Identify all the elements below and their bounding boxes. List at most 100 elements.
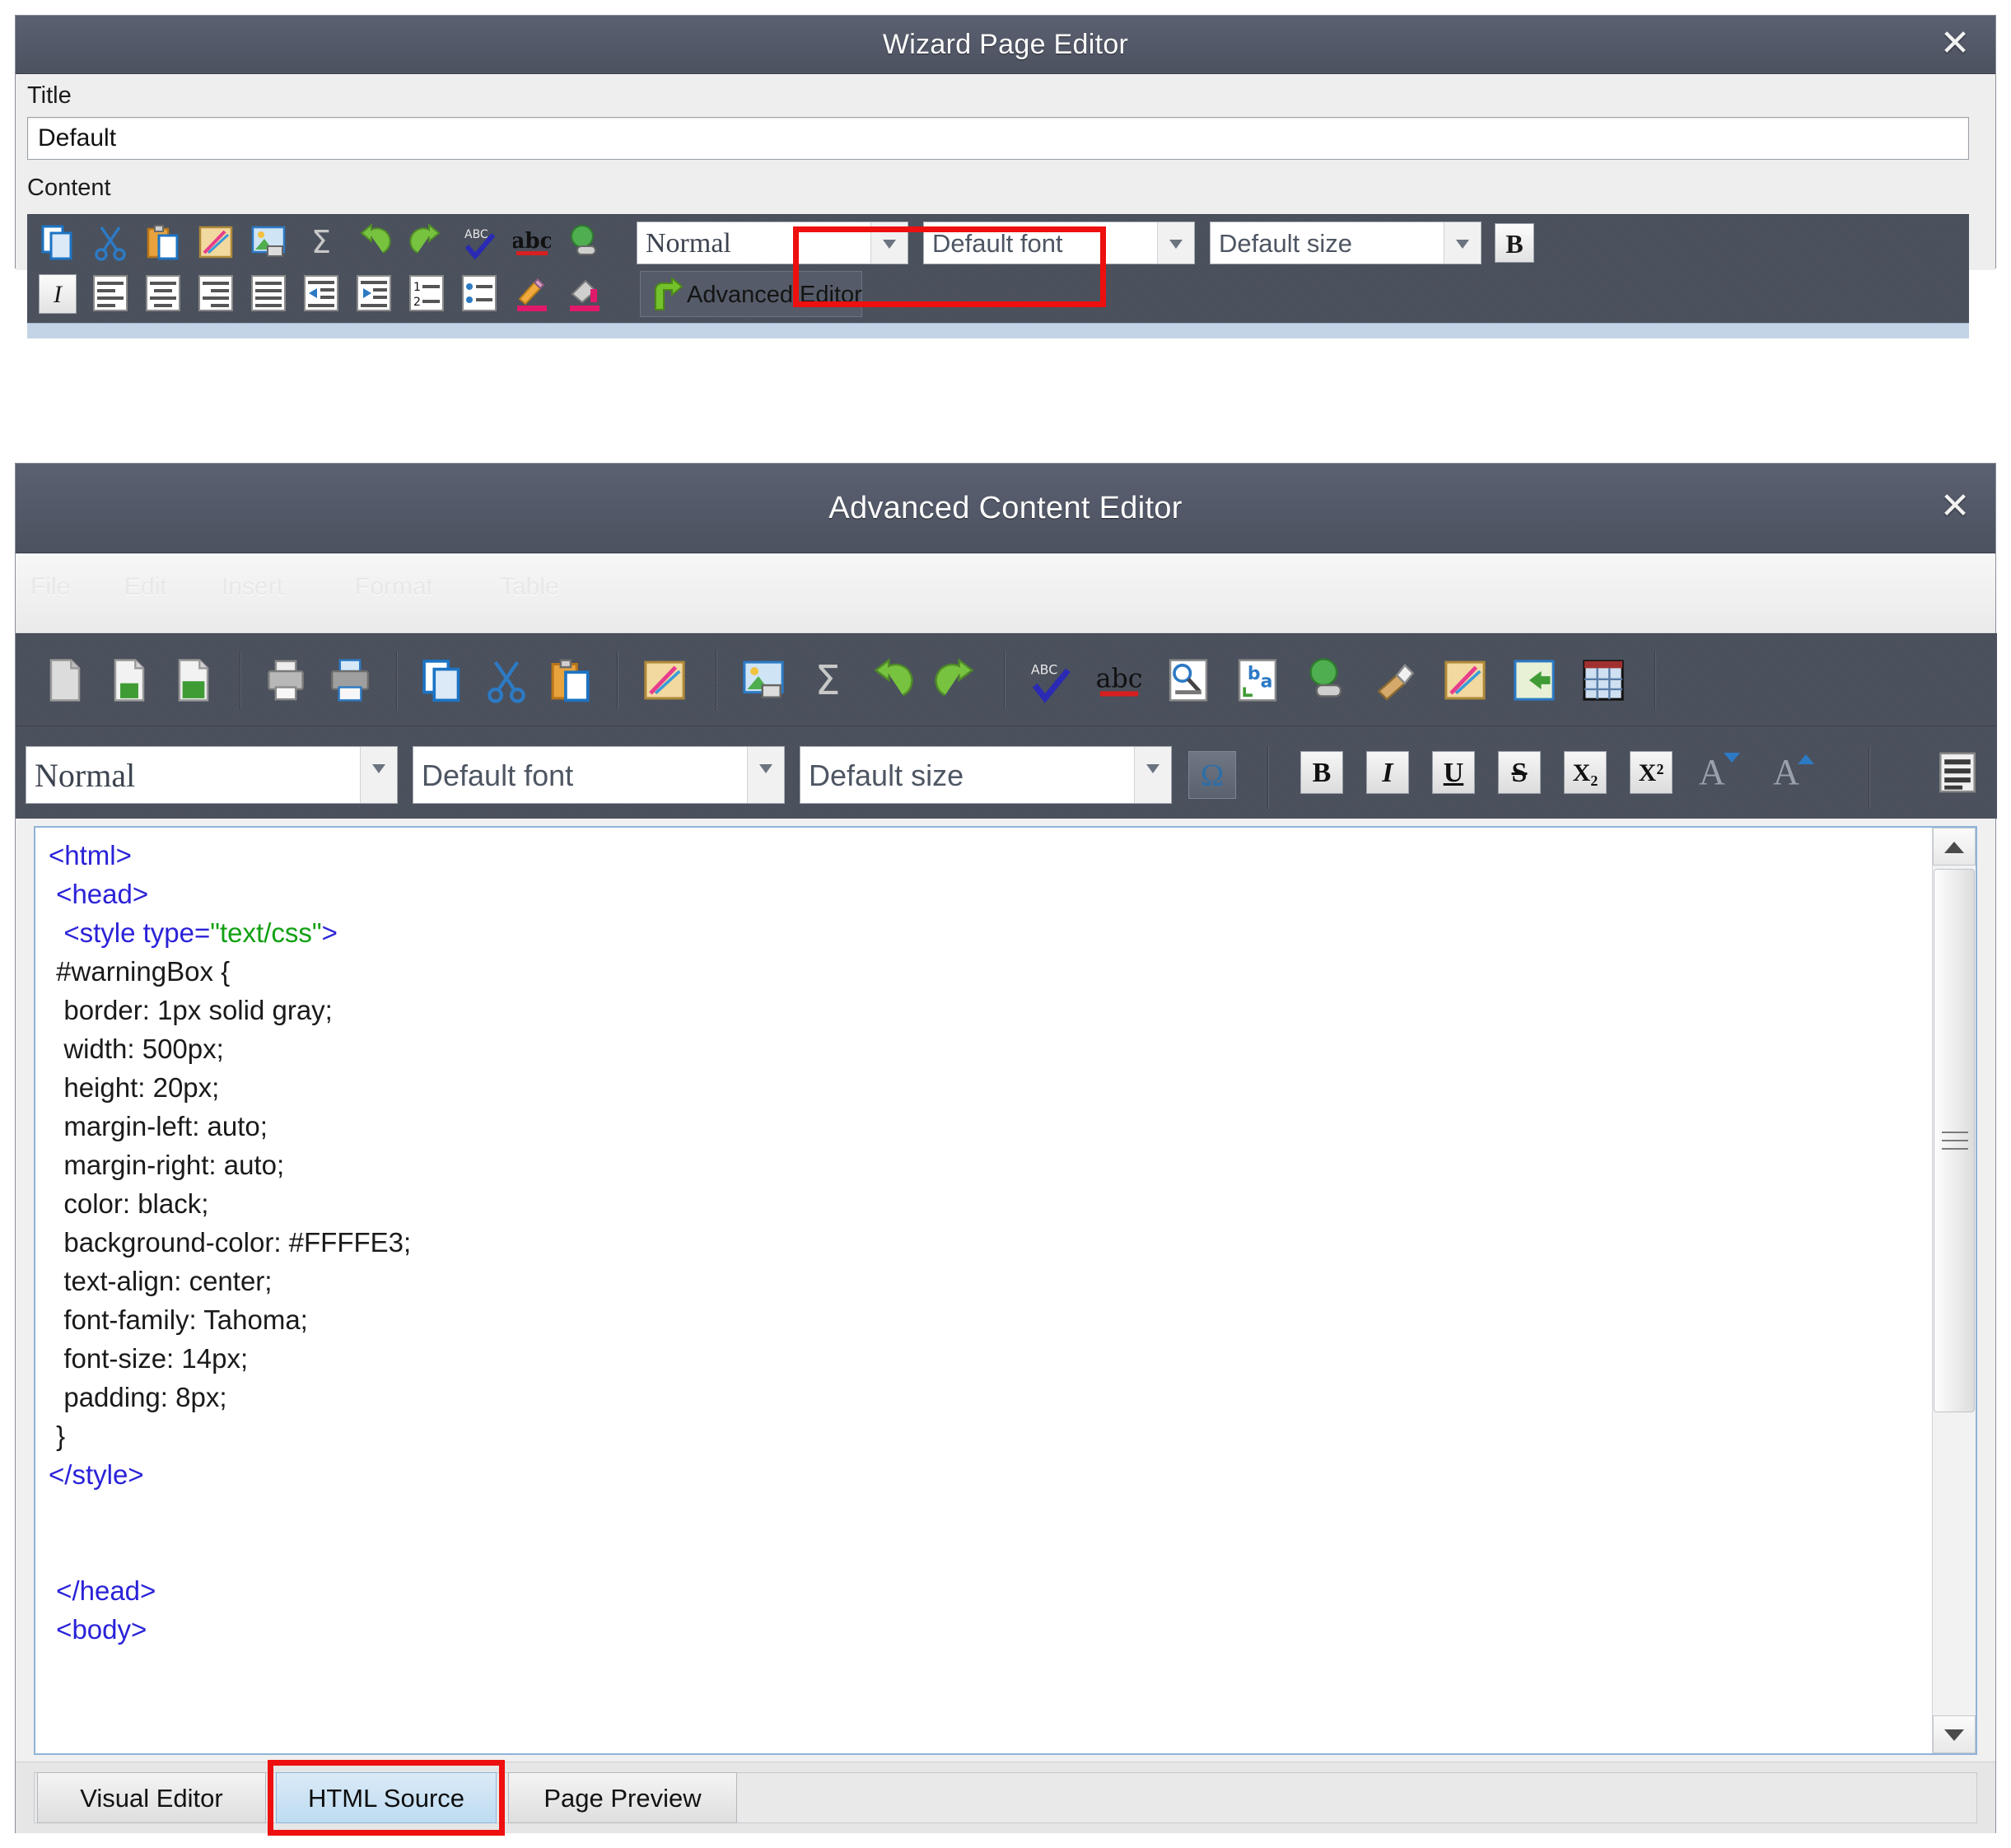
copy-icon[interactable]	[39, 223, 77, 261]
align-right-icon[interactable]	[197, 274, 235, 312]
redo-icon[interactable]	[408, 223, 446, 261]
scroll-up-arrow-icon[interactable]	[1933, 828, 1976, 866]
numbered-list-icon[interactable]: 12	[408, 274, 446, 312]
size-select[interactable]: Default size	[1210, 222, 1481, 264]
ace-toolbar-format: Normal Default font Default size Ω B I U…	[16, 726, 1997, 819]
wizard-window-title: Wizard Page Editor	[16, 16, 1995, 73]
font-select[interactable]: Default font	[923, 222, 1195, 264]
size-select-value: Default size	[1219, 222, 1352, 265]
chevron-down-icon[interactable]	[747, 747, 784, 803]
chevron-up-icon	[1798, 754, 1814, 764]
bold-button[interactable]: B	[1495, 223, 1534, 263]
scroll-down-arrow-icon[interactable]	[1933, 1715, 1976, 1753]
cut-icon[interactable]	[483, 657, 530, 703]
open-document-icon[interactable]	[106, 657, 152, 703]
menu-edit[interactable]: Edit	[124, 573, 167, 601]
menu-file[interactable]: File	[30, 573, 70, 601]
undo-icon[interactable]	[355, 223, 393, 261]
html-source-editor[interactable]: <html> <head> <style type="text/css"> #w…	[34, 826, 1977, 1755]
scroll-thumb-grip	[1942, 1140, 1968, 1141]
chevron-down-icon[interactable]	[870, 222, 908, 264]
style-select[interactable]: Normal	[637, 222, 908, 264]
undo-icon[interactable]	[869, 657, 915, 703]
bulleted-list-icon[interactable]	[460, 274, 498, 312]
insert-link-icon[interactable]	[1304, 657, 1350, 703]
font-select[interactable]: Default font	[413, 746, 785, 804]
close-icon[interactable]: ✕	[1936, 488, 1974, 526]
chevron-down-icon[interactable]	[360, 747, 397, 803]
italic-icon[interactable]: I	[39, 274, 77, 314]
sigma-icon[interactable]: Σ	[805, 657, 851, 703]
print-preview-icon[interactable]	[263, 657, 309, 703]
decrease-font-glyph: A	[1699, 751, 1725, 793]
paste-icon[interactable]	[548, 657, 594, 703]
menu-table[interactable]: Table	[500, 573, 559, 601]
cut-icon[interactable]	[91, 223, 129, 261]
bold-button[interactable]: B	[1300, 751, 1343, 794]
menu-insert[interactable]: Insert	[222, 573, 283, 601]
subscript-button[interactable]: X₂	[1564, 751, 1607, 794]
close-icon[interactable]: ✕	[1936, 26, 1974, 63]
arrow-turn-right-icon	[649, 277, 684, 313]
paint-format-icon[interactable]	[642, 657, 688, 703]
scroll-thumb-grip	[1942, 1148, 1968, 1150]
outdent-icon[interactable]	[302, 274, 340, 312]
align-center-icon[interactable]	[144, 274, 182, 312]
align-left-icon[interactable]	[91, 274, 129, 312]
underline-button[interactable]: U	[1432, 751, 1475, 794]
tab-visual-editor[interactable]: Visual Editor	[37, 1772, 266, 1823]
advanced-editor-button[interactable]: Advanced Editor	[640, 271, 862, 317]
svg-text:a: a	[1261, 672, 1273, 693]
scroll-thumb[interactable]	[1934, 869, 1975, 1412]
italic-button[interactable]: I	[1366, 751, 1409, 794]
ace-menubar: File Edit Insert Format Table	[16, 553, 1995, 633]
special-character-button[interactable]: Ω	[1188, 751, 1236, 799]
abc-underline-icon[interactable]: abc	[513, 223, 551, 261]
paint-format-icon[interactable]	[197, 223, 235, 261]
tab-html-source[interactable]: HTML Source	[276, 1772, 497, 1823]
chevron-down-icon[interactable]	[1444, 222, 1481, 264]
tab-page-preview[interactable]: Page Preview	[508, 1772, 737, 1823]
clean-formatting-icon[interactable]	[1373, 657, 1419, 703]
insert-image-icon[interactable]	[740, 657, 786, 703]
wizard-toolbar: Σ ABC abc Normal Default font Default si…	[27, 214, 1969, 324]
style-select[interactable]: Normal	[26, 746, 398, 804]
justify-icon[interactable]	[250, 274, 287, 312]
size-select[interactable]: Default size	[800, 746, 1172, 804]
editor-vertical-scrollbar[interactable]	[1932, 828, 1976, 1753]
save-document-icon[interactable]	[170, 657, 217, 703]
spellcheck-icon[interactable]: ABC	[460, 223, 498, 261]
abc-underline-icon[interactable]: abc	[1096, 657, 1142, 703]
insert-row-icon[interactable]	[1511, 657, 1557, 703]
menu-format[interactable]: Format	[355, 573, 433, 601]
decrease-font-size-button[interactable]: A	[1696, 751, 1742, 797]
title-input[interactable]: Default	[27, 117, 1969, 160]
editor-mode-tabbar: Visual Editor HTML Source Page Preview	[16, 1762, 1995, 1833]
format-painter-icon[interactable]	[1442, 657, 1488, 703]
highlight-color-icon[interactable]	[566, 274, 604, 312]
chevron-down-icon[interactable]	[1134, 747, 1171, 803]
translate-icon[interactable]: ba	[1234, 657, 1281, 703]
spellcheck-icon[interactable]: ABC	[1027, 657, 1073, 703]
content-field-label: Content	[27, 175, 111, 202]
insert-link-icon[interactable]	[566, 223, 604, 261]
text-color-icon[interactable]	[513, 274, 551, 312]
insert-image-icon[interactable]	[250, 223, 287, 261]
html-source-code[interactable]: <html> <head> <style type="text/css"> #w…	[49, 836, 1918, 1649]
chevron-down-icon[interactable]	[1157, 222, 1194, 264]
insert-table-icon[interactable]	[1580, 657, 1626, 703]
toolbar-divider	[396, 651, 397, 710]
print-icon[interactable]	[327, 657, 373, 703]
paste-icon[interactable]	[144, 223, 182, 261]
svg-text:ABC: ABC	[1031, 662, 1057, 678]
copy-icon[interactable]	[419, 657, 465, 703]
sigma-icon[interactable]: Σ	[302, 223, 340, 261]
superscript-button[interactable]: X²	[1630, 751, 1673, 794]
increase-font-size-button[interactable]: A	[1770, 751, 1816, 797]
indent-icon[interactable]	[355, 274, 393, 312]
strikethrough-button[interactable]: S	[1498, 751, 1541, 794]
new-document-icon[interactable]	[42, 657, 88, 703]
find-replace-icon[interactable]	[1165, 657, 1211, 703]
redo-icon[interactable]	[933, 657, 979, 703]
align-left-icon[interactable]	[1934, 749, 1981, 796]
